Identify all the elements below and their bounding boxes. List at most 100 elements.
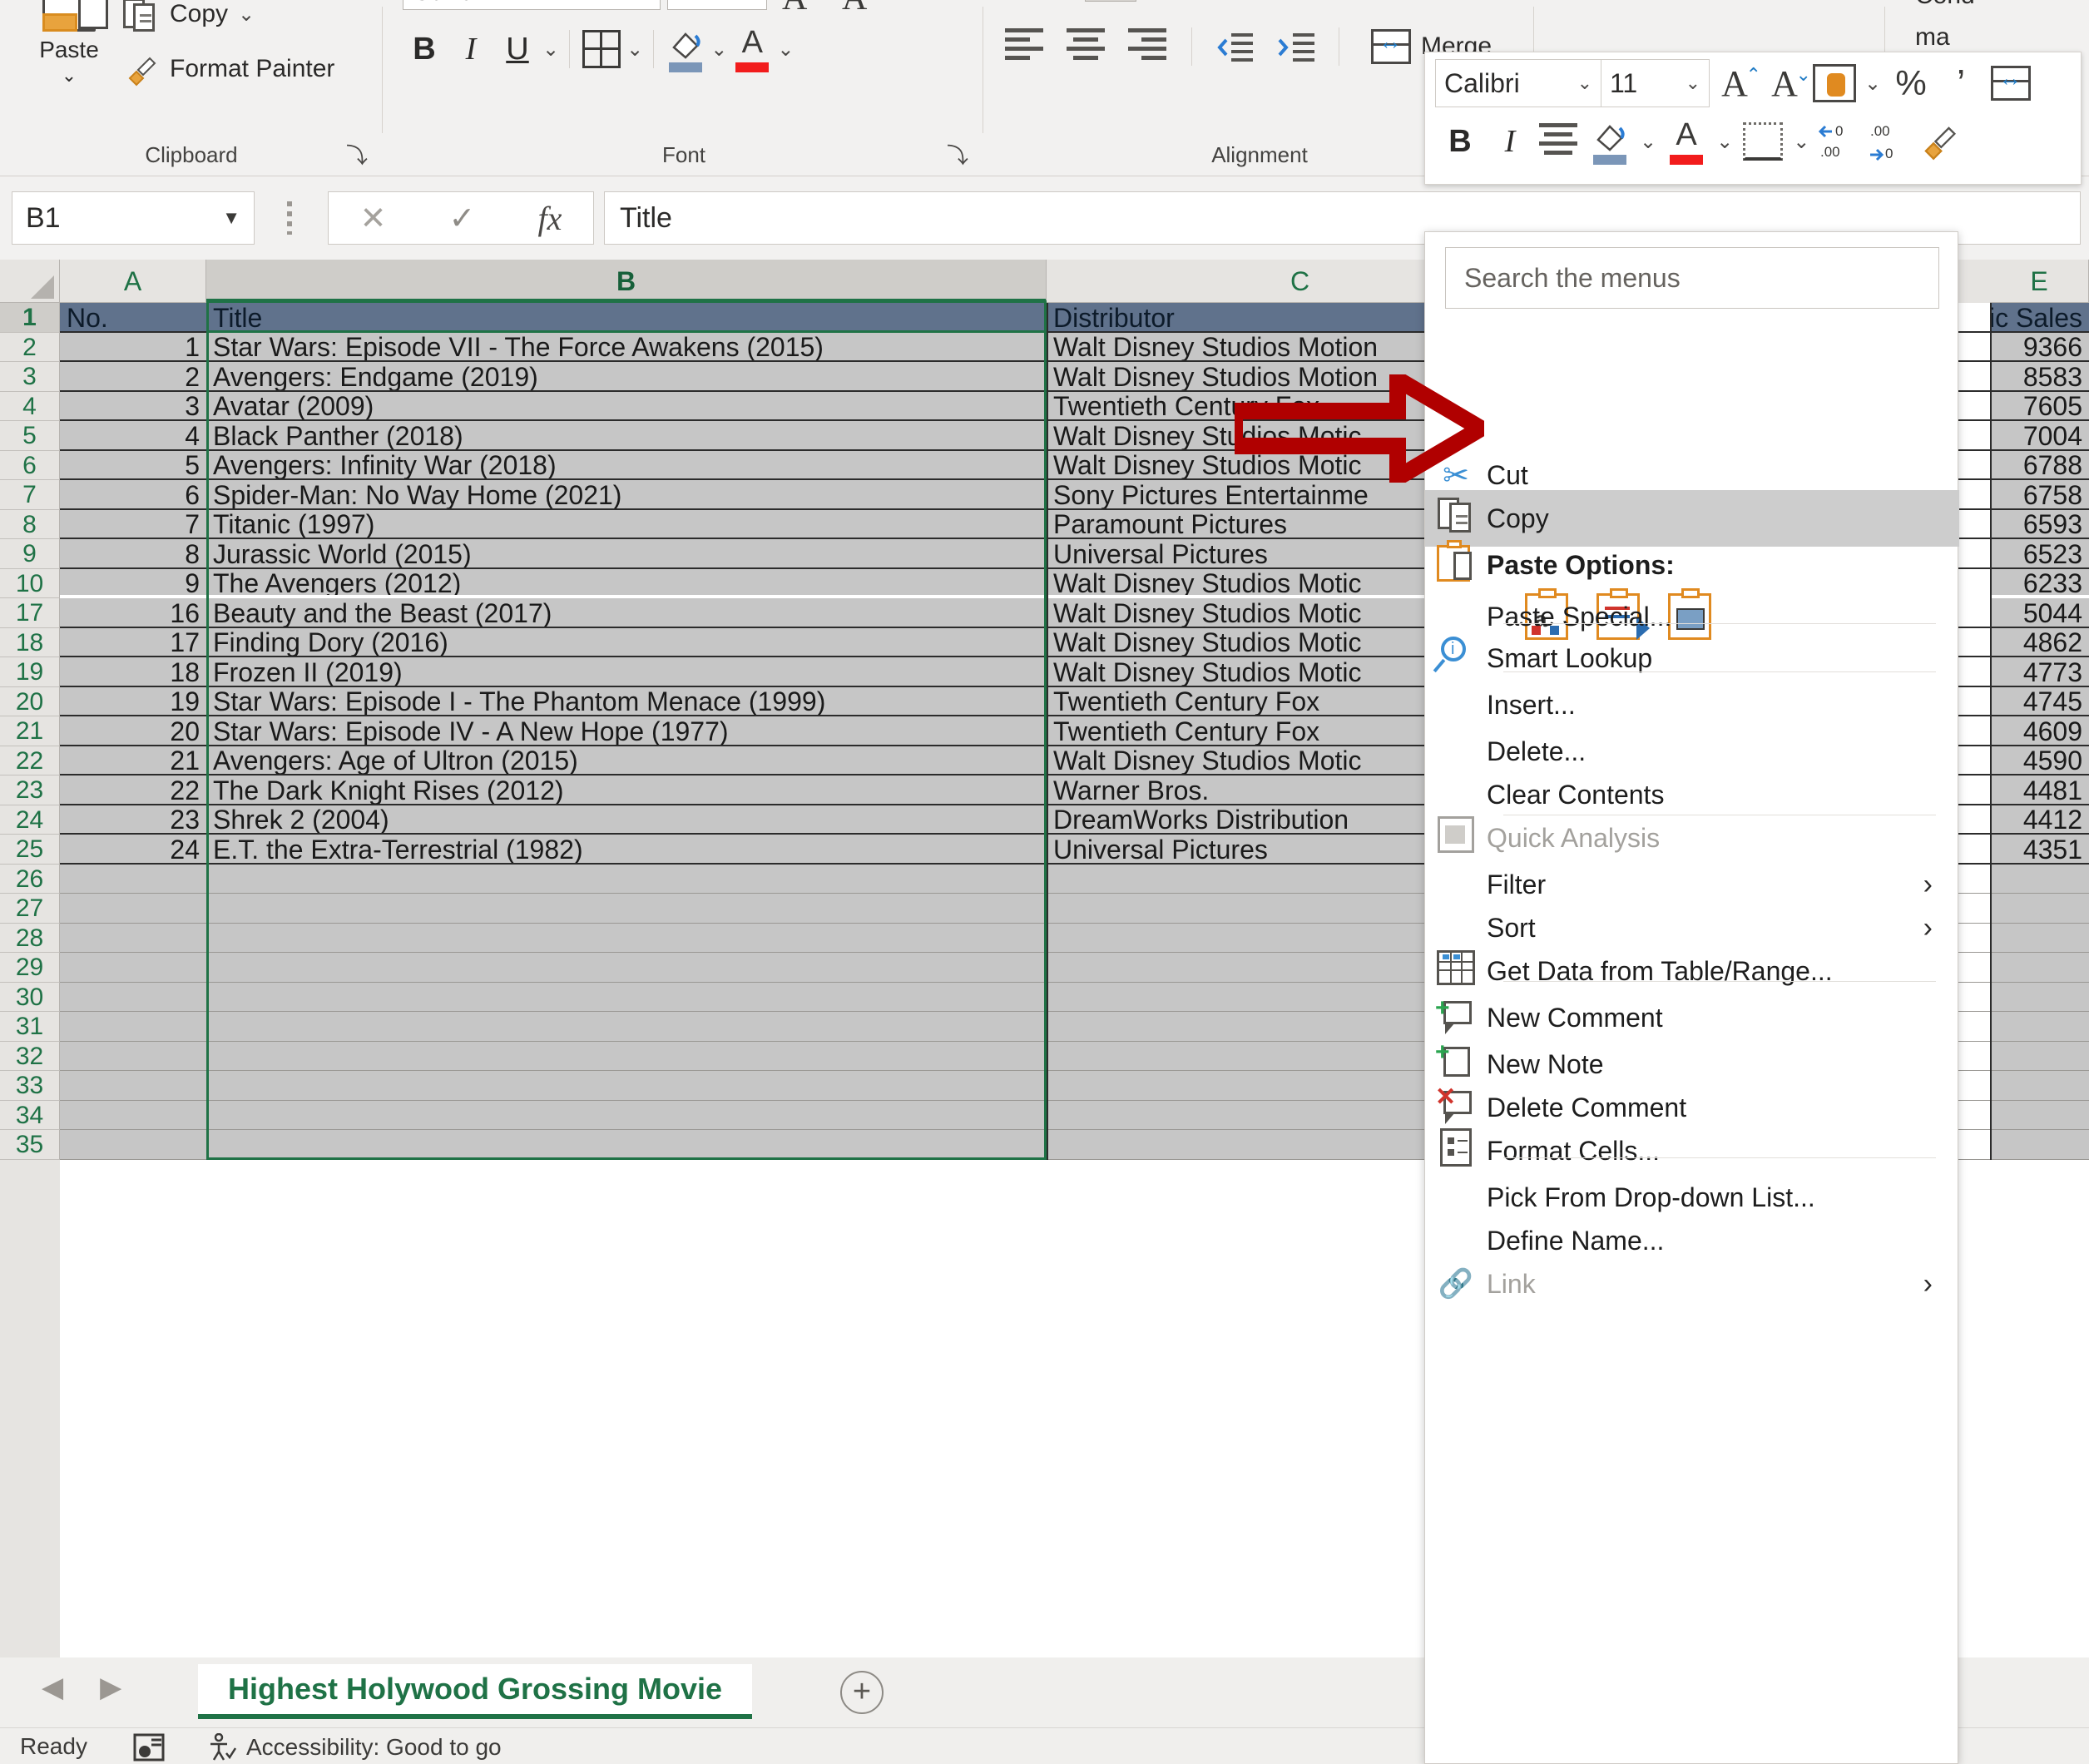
fill-color-button[interactable] — [664, 25, 707, 73]
cell-A29[interactable] — [60, 953, 206, 983]
mini-increase-font-size-button[interactable]: A⌃ — [1710, 59, 1760, 107]
cell-B22[interactable]: Avengers: Age of Ultron (2015) — [206, 746, 1047, 776]
align-right-button[interactable] — [1123, 23, 1175, 70]
cell-B3[interactable]: Avengers: Endgame (2019) — [206, 362, 1047, 392]
mini-bold-button[interactable]: B — [1435, 117, 1485, 166]
mini-comma-style-button[interactable]: ’ — [1936, 59, 1986, 107]
row-header-4[interactable]: 4 — [0, 392, 60, 422]
cell-B30[interactable] — [206, 983, 1047, 1013]
mini-percent-style-button[interactable]: % — [1886, 59, 1936, 107]
cell-B20[interactable]: Star Wars: Episode I - The Phantom Menac… — [206, 687, 1047, 717]
cancel-icon[interactable]: ✕ — [360, 200, 387, 237]
align-left-button[interactable] — [1000, 23, 1052, 70]
decrease-indent-button[interactable] — [1209, 23, 1260, 70]
sheet-tab-active[interactable]: Highest Holywood Grossing Movie — [198, 1664, 752, 1719]
prev-sheet-icon[interactable]: ◀ — [42, 1671, 63, 1704]
cell-E31[interactable] — [1990, 1012, 2089, 1042]
cell-B34[interactable] — [206, 1101, 1047, 1131]
row-header-24[interactable]: 24 — [0, 805, 60, 835]
chevron-down-icon[interactable]: ⌄ — [710, 37, 727, 62]
row-header-1[interactable]: 1 — [0, 303, 60, 333]
cell-B35[interactable] — [206, 1130, 1047, 1160]
row-header-10[interactable]: 10 — [0, 569, 60, 599]
cell-B18[interactable]: Finding Dory (2016) — [206, 628, 1047, 658]
sheet-nav-arrows[interactable]: ◀ ▶ — [42, 1671, 121, 1704]
cell-E24[interactable]: 4412 — [1990, 805, 2089, 835]
cell-A25[interactable]: 24 — [60, 835, 206, 865]
mini-merge-center-button[interactable] — [1986, 59, 2036, 107]
cell-E4[interactable]: 7605 — [1990, 392, 2089, 422]
cell-B9[interactable]: Jurassic World (2015) — [206, 539, 1047, 569]
row-header-33[interactable]: 33 — [0, 1071, 60, 1101]
select-all-button[interactable] — [0, 260, 60, 303]
cell-A5[interactable]: 4 — [60, 421, 206, 451]
chevron-down-icon[interactable]: ⌄ — [1577, 60, 1592, 107]
row-header-21[interactable]: 21 — [0, 716, 60, 746]
cell-A9[interactable]: 8 — [60, 539, 206, 569]
cell-A6[interactable]: 5 — [60, 451, 206, 481]
chevron-down-icon[interactable]: ⌄ — [542, 37, 559, 62]
cell-A21[interactable]: 20 — [60, 716, 206, 746]
cell-B33[interactable] — [206, 1071, 1047, 1101]
chevron-down-icon[interactable]: ▼ — [222, 192, 240, 244]
cell-A26[interactable] — [60, 865, 206, 894]
cell-E29[interactable] — [1990, 953, 2089, 983]
cell-B32[interactable] — [206, 1042, 1047, 1072]
add-sheet-button[interactable]: + — [840, 1671, 884, 1714]
cell-B29[interactable] — [206, 953, 1047, 983]
column-header-b[interactable]: B — [206, 260, 1047, 303]
chevron-down-icon[interactable]: ⌄ — [23, 65, 115, 87]
mini-decrease-decimal-button[interactable]: 0 .00 — [1814, 117, 1864, 166]
cell-A34[interactable] — [60, 1101, 206, 1131]
row-header-26[interactable]: 26 — [0, 865, 60, 894]
cell-B28[interactable] — [206, 924, 1047, 954]
chevron-down-icon[interactable]: ⌄ — [743, 0, 758, 9]
chevron-down-icon[interactable]: ⌄ — [1788, 130, 1814, 154]
cell-B4[interactable]: Avatar (2009) — [206, 392, 1047, 422]
cell-B17[interactable]: Beauty and the Beast (2017) — [206, 598, 1047, 628]
increase-font-size-icon[interactable]: A — [782, 0, 807, 18]
cell-E17[interactable]: 5044 — [1990, 598, 2089, 628]
chevron-down-icon[interactable]: ⌄ — [1686, 60, 1700, 107]
row-header-22[interactable]: 22 — [0, 746, 60, 776]
mini-font-size-input[interactable]: 11 ⌄ — [1601, 59, 1710, 107]
cell-A10[interactable]: 9 — [60, 569, 206, 599]
row-header-29[interactable]: 29 — [0, 953, 60, 983]
column-title-cell-a[interactable]: No. — [60, 303, 206, 333]
cell-E20[interactable]: 4745 — [1990, 687, 2089, 717]
row-header-34[interactable]: 34 — [0, 1101, 60, 1131]
chevron-down-icon[interactable]: ⌄ — [1635, 130, 1661, 154]
italic-button[interactable]: I — [449, 25, 493, 73]
mini-align-button[interactable] — [1535, 117, 1585, 166]
cell-A22[interactable]: 21 — [60, 746, 206, 776]
chevron-down-icon[interactable]: ⌄ — [1711, 130, 1738, 154]
row-header-31[interactable]: 31 — [0, 1012, 60, 1042]
cell-E3[interactable]: 8583 — [1990, 362, 2089, 392]
cell-A8[interactable]: 7 — [60, 510, 206, 540]
cell-B7[interactable]: Spider-Man: No Way Home (2021) — [206, 480, 1047, 510]
cell-E32[interactable] — [1990, 1042, 2089, 1072]
cell-B26[interactable] — [206, 865, 1047, 894]
mini-font-name-input[interactable]: Calibri ⌄ — [1435, 59, 1601, 107]
cell-A28[interactable] — [60, 924, 206, 954]
cell-B2[interactable]: Star Wars: Episode VII - The Force Awake… — [206, 333, 1047, 363]
cell-B27[interactable] — [206, 894, 1047, 924]
row-header-19[interactable]: 19 — [0, 657, 60, 687]
cell-B6[interactable]: Avengers: Infinity War (2018) — [206, 451, 1047, 481]
row-header-17[interactable]: 17 — [0, 598, 60, 628]
cell-E10[interactable]: 6233 — [1990, 569, 2089, 599]
cell-E26[interactable] — [1990, 865, 2089, 894]
cell-E33[interactable] — [1990, 1071, 2089, 1101]
mini-italic-button[interactable]: I — [1485, 117, 1535, 166]
mini-decrease-font-size-button[interactable]: A⌄ — [1760, 59, 1809, 107]
cell-A2[interactable]: 1 — [60, 333, 206, 363]
mini-accounting-format-button[interactable] — [1809, 59, 1859, 107]
chevron-down-icon[interactable]: ⌄ — [636, 0, 651, 9]
row-header-20[interactable]: 20 — [0, 687, 60, 717]
increase-indent-button[interactable] — [1270, 23, 1322, 70]
cell-E7[interactable]: 6758 — [1990, 480, 2089, 510]
chevron-down-icon[interactable]: ⌄ — [238, 2, 255, 27]
font-name-input[interactable]: Calibri ⌄ — [403, 0, 661, 10]
accessibility-status[interactable]: Accessibility: Good to go — [206, 1733, 502, 1762]
column-title-cell-e[interactable]: estic Sales — [1990, 303, 2089, 333]
